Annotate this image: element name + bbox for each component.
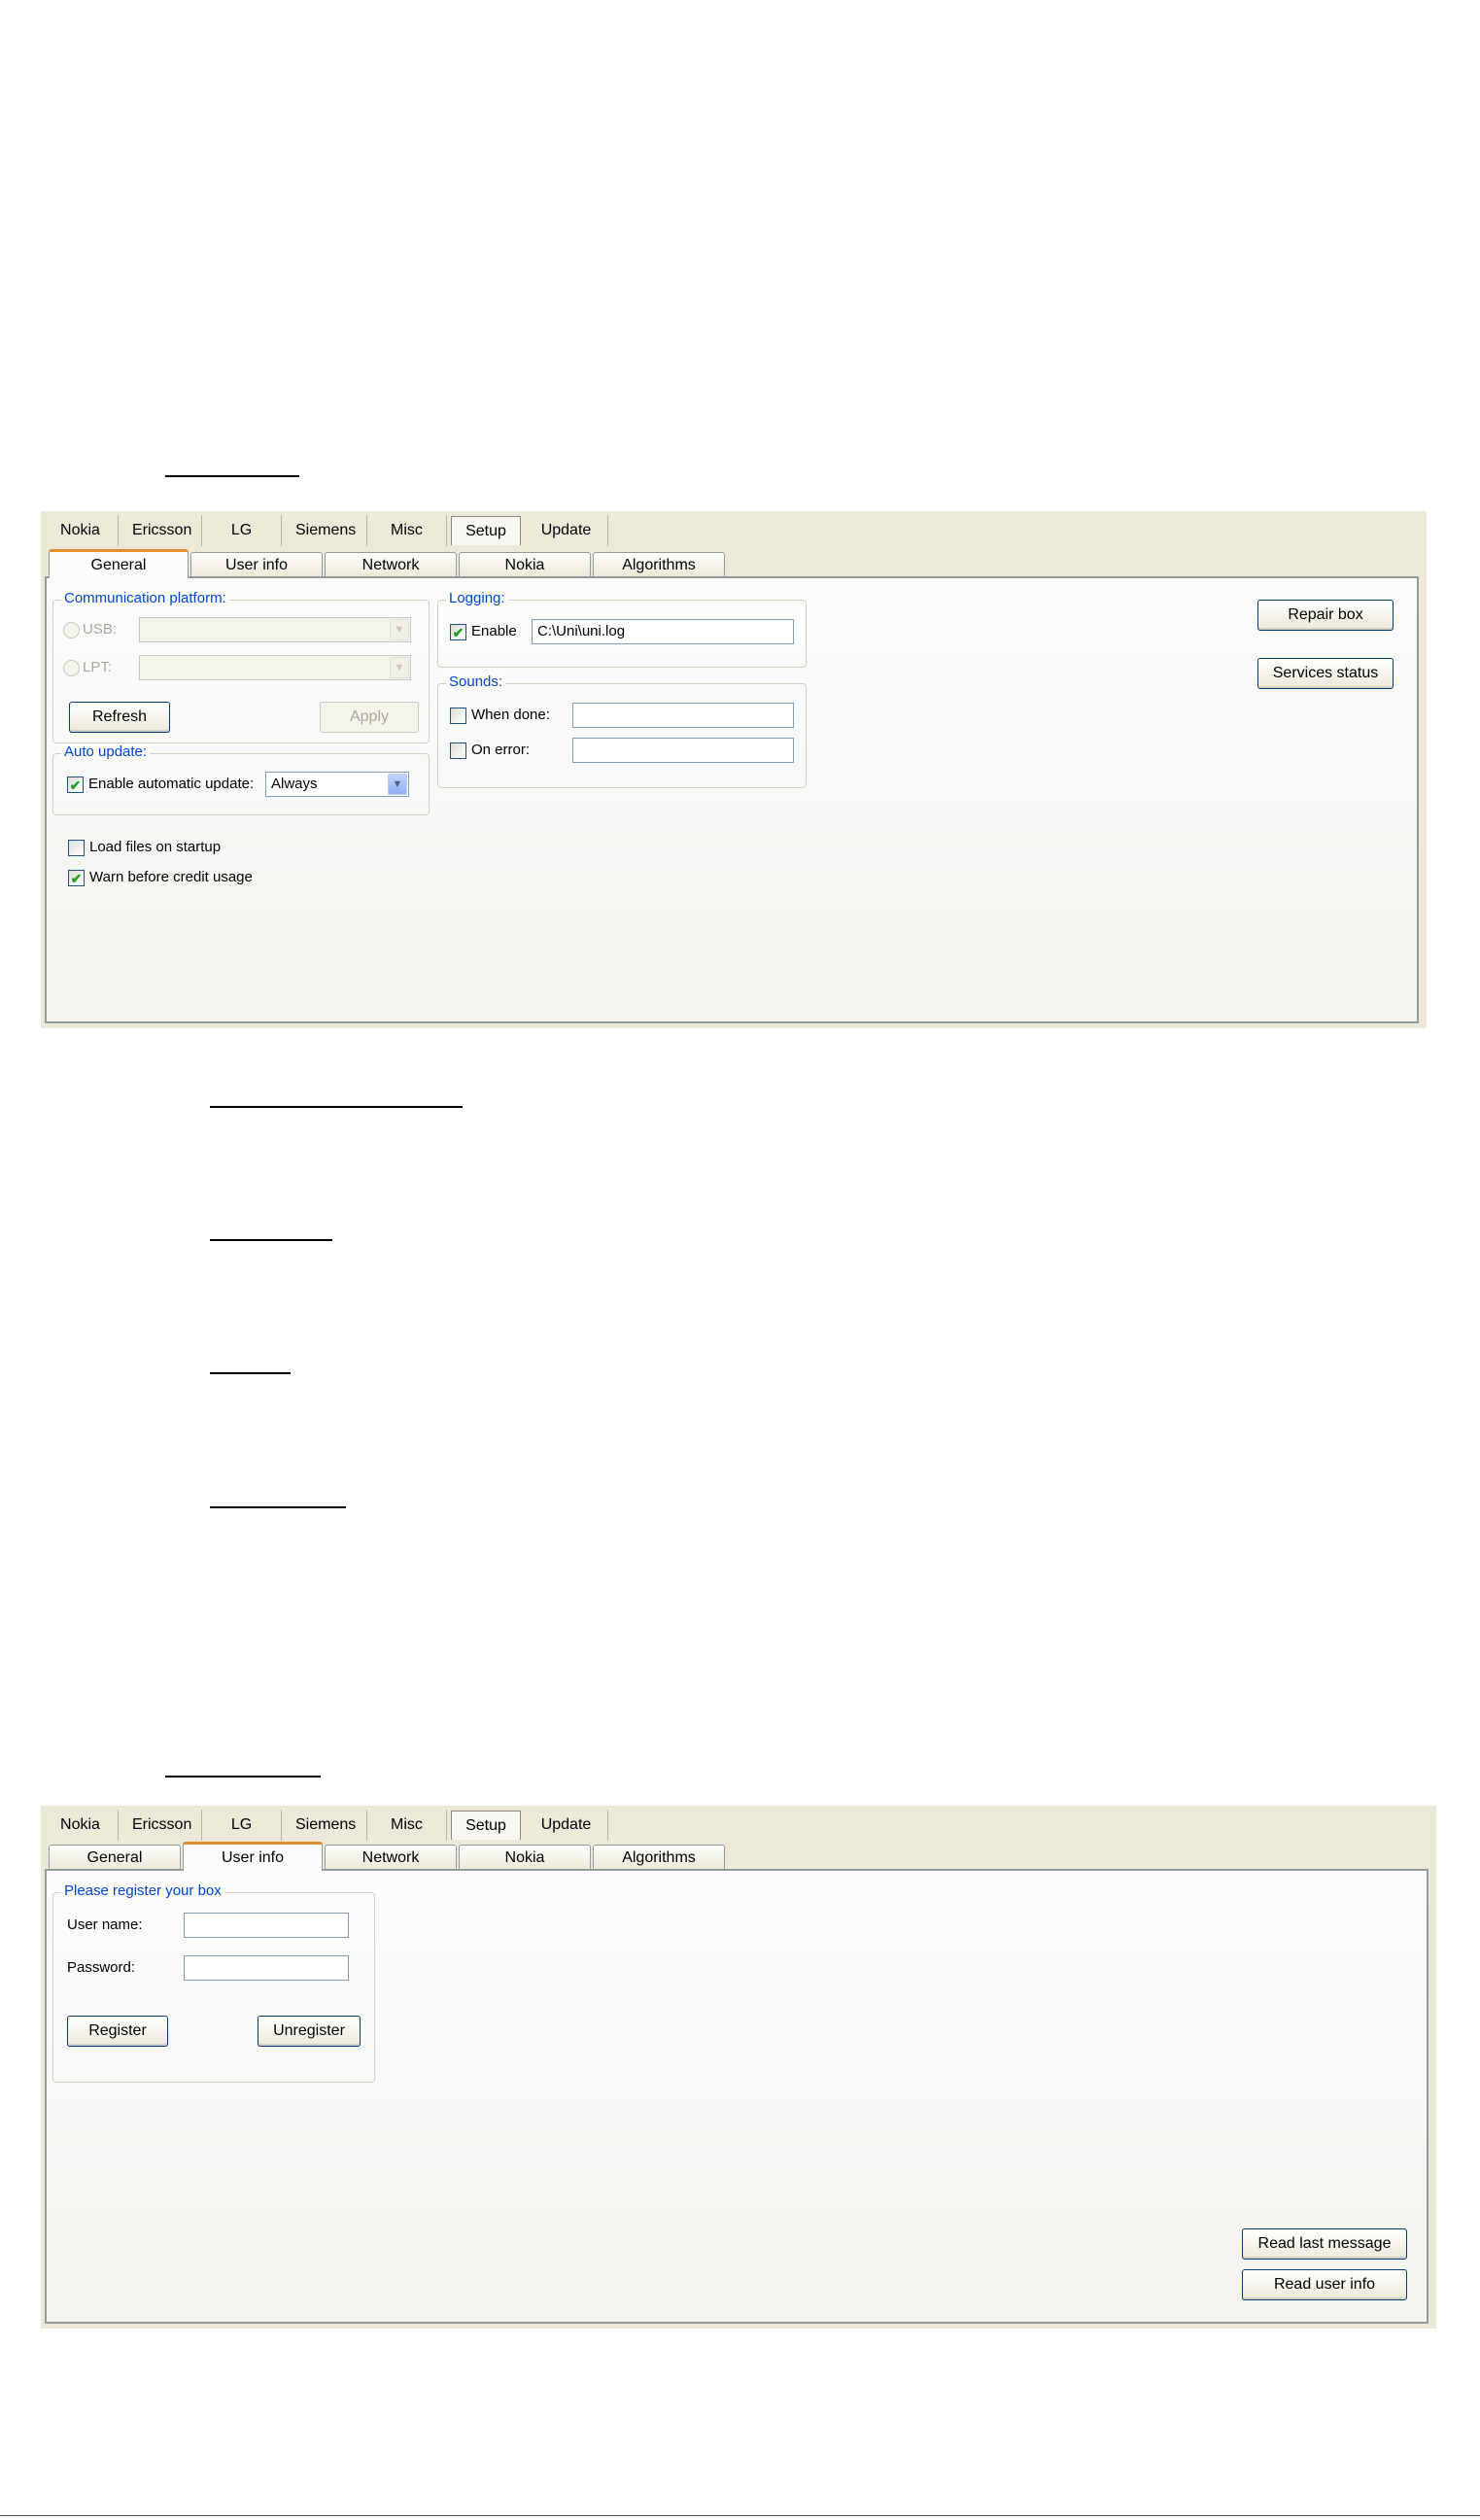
load-files-label: Load files on startup bbox=[89, 839, 222, 855]
setup-subtab-bar: General User info Network Nokia Algorith… bbox=[49, 1839, 727, 1871]
register-box-group: Please register your box User name: Pass… bbox=[52, 1882, 375, 2083]
tab-siemens[interactable]: Siemens bbox=[282, 1810, 367, 1841]
auto-update-mode-select[interactable]: Always ▼ bbox=[265, 772, 409, 797]
lpt-select[interactable]: ▼ bbox=[139, 655, 411, 680]
register-box-title: Please register your box bbox=[61, 1882, 224, 1899]
sounds-group: Sounds: When done: On error: bbox=[437, 673, 807, 788]
page-bottom-rule bbox=[0, 2515, 1480, 2516]
apply-button[interactable]: Apply bbox=[320, 702, 419, 733]
refresh-button[interactable]: Refresh bbox=[69, 702, 170, 733]
subtab-algorithms[interactable]: Algorithms bbox=[593, 1845, 725, 1870]
logging-group: Logging: ✔ Enable C:\Uni\uni.log bbox=[437, 590, 807, 668]
subtab-general[interactable]: General bbox=[49, 549, 189, 578]
setup-user-info-screenshot: Nokia Ericsson LG Siemens Misc Setup Upd… bbox=[41, 1806, 1436, 2329]
setup-subtab-bar: General User info Network Nokia Algorith… bbox=[49, 546, 727, 578]
auto-update-title: Auto update: bbox=[61, 743, 151, 760]
chevron-down-icon: ▼ bbox=[390, 619, 409, 640]
services-status-button[interactable]: Services status bbox=[1257, 658, 1394, 689]
chevron-down-icon: ▼ bbox=[388, 774, 407, 795]
tab-misc[interactable]: Misc bbox=[367, 1810, 447, 1841]
heading-underline bbox=[165, 475, 299, 477]
subtab-general[interactable]: General bbox=[49, 1845, 181, 1870]
logging-enable-label: Enable bbox=[471, 623, 517, 639]
when-done-checkbox[interactable] bbox=[450, 708, 466, 724]
setup-general-screenshot: Nokia Ericsson LG Siemens Misc Setup Upd… bbox=[41, 511, 1427, 1028]
tab-ericsson[interactable]: Ericsson bbox=[119, 515, 202, 546]
subtab-user-info[interactable]: User info bbox=[183, 1842, 323, 1871]
subtab-nokia[interactable]: Nokia bbox=[459, 1845, 591, 1870]
on-error-checkbox[interactable] bbox=[450, 742, 466, 759]
when-done-label: When done: bbox=[471, 707, 550, 723]
user-info-tab-page: Please register your box User name: Pass… bbox=[45, 1869, 1428, 2324]
read-last-message-button[interactable]: Read last message bbox=[1242, 2228, 1407, 2260]
usb-select[interactable]: ▼ bbox=[139, 617, 411, 642]
logging-title: Logging: bbox=[446, 590, 508, 606]
on-error-sound-input[interactable] bbox=[572, 738, 794, 763]
tab-ericsson[interactable]: Ericsson bbox=[119, 1810, 202, 1841]
password-label: Password: bbox=[67, 1959, 136, 1976]
load-files-checkbox[interactable] bbox=[68, 840, 85, 856]
on-error-label: On error: bbox=[471, 742, 531, 758]
auto-update-mode-value: Always bbox=[271, 776, 318, 792]
when-done-sound-input[interactable] bbox=[572, 703, 794, 728]
tab-misc[interactable]: Misc bbox=[367, 515, 447, 546]
warn-credit-checkbox[interactable]: ✔ bbox=[68, 870, 85, 886]
tab-nokia[interactable]: Nokia bbox=[43, 515, 119, 546]
lpt-label: LPT: bbox=[83, 659, 113, 675]
heading-underline bbox=[210, 1239, 332, 1241]
warn-credit-label: Warn before credit usage bbox=[89, 869, 253, 885]
tab-lg[interactable]: LG bbox=[202, 515, 282, 546]
heading-underline bbox=[165, 1776, 321, 1778]
auto-update-group: Auto update: ✔ Enable automatic update: … bbox=[52, 743, 430, 815]
usb-label: USB: bbox=[83, 621, 118, 638]
subtab-network[interactable]: Network bbox=[325, 1845, 457, 1870]
heading-underline bbox=[210, 1372, 291, 1374]
enable-auto-update-label: Enable automatic update: bbox=[88, 776, 255, 792]
general-tab-page: Communication platform: USB: ▼ LPT: ▼ Re… bbox=[45, 576, 1419, 1023]
communication-platform-group: Communication platform: USB: ▼ LPT: ▼ Re… bbox=[52, 590, 430, 743]
tab-lg[interactable]: LG bbox=[202, 1810, 282, 1841]
register-button[interactable]: Register bbox=[67, 2016, 168, 2047]
unregister-button[interactable]: Unregister bbox=[258, 2016, 361, 2047]
subtab-user-info[interactable]: User info bbox=[190, 552, 323, 577]
repair-box-button[interactable]: Repair box bbox=[1257, 600, 1394, 631]
password-input[interactable] bbox=[184, 1955, 349, 1981]
tab-update[interactable]: Update bbox=[525, 515, 608, 546]
communication-platform-title: Communication platform: bbox=[61, 590, 229, 606]
tab-nokia[interactable]: Nokia bbox=[43, 1810, 119, 1841]
checkmark-icon: ✔ bbox=[70, 870, 83, 886]
tab-setup[interactable]: Setup bbox=[451, 1811, 521, 1840]
log-path-input[interactable]: C:\Uni\uni.log bbox=[532, 619, 794, 644]
username-input[interactable] bbox=[184, 1913, 349, 1938]
read-user-info-button[interactable]: Read user info bbox=[1242, 2269, 1407, 2300]
logging-enable-checkbox[interactable]: ✔ bbox=[450, 624, 466, 640]
heading-underline bbox=[210, 1506, 346, 1508]
lpt-radio[interactable] bbox=[63, 660, 80, 676]
subtab-algorithms[interactable]: Algorithms bbox=[593, 552, 725, 577]
subtab-network[interactable]: Network bbox=[325, 552, 457, 577]
username-label: User name: bbox=[67, 1916, 143, 1933]
chevron-down-icon: ▼ bbox=[390, 657, 409, 678]
heading-underline bbox=[210, 1106, 463, 1108]
tab-setup[interactable]: Setup bbox=[451, 516, 521, 545]
tab-siemens[interactable]: Siemens bbox=[282, 515, 367, 546]
tab-update[interactable]: Update bbox=[525, 1810, 608, 1841]
enable-auto-update-checkbox[interactable]: ✔ bbox=[67, 777, 84, 793]
checkmark-icon: ✔ bbox=[452, 624, 465, 640]
sounds-title: Sounds: bbox=[446, 673, 506, 690]
checkmark-icon: ✔ bbox=[69, 777, 82, 793]
subtab-nokia[interactable]: Nokia bbox=[459, 552, 591, 577]
main-tab-bar: Nokia Ericsson LG Siemens Misc Setup Upd… bbox=[43, 511, 608, 550]
usb-radio[interactable] bbox=[63, 622, 80, 639]
